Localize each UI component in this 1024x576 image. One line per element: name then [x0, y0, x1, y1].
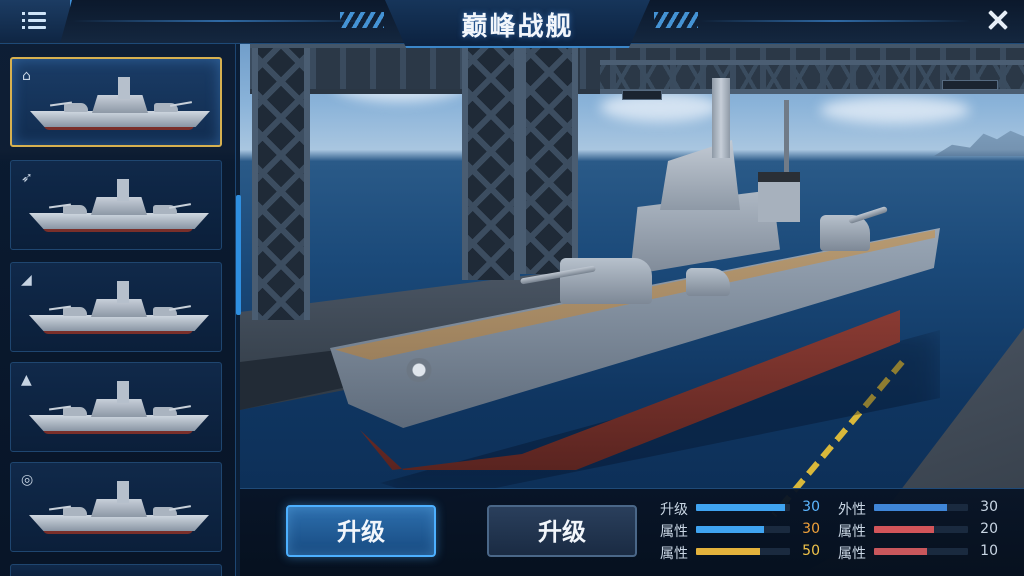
stat-bar: [696, 504, 790, 511]
gantry-sign: [942, 80, 998, 90]
stat-row: 属性 30: [660, 521, 822, 540]
stat-bar: [874, 526, 968, 533]
battleship-antenna: [784, 100, 789, 180]
top-decor-line: [72, 20, 372, 22]
title-decor-stripes-left: [340, 12, 384, 28]
stat-row: 外性 30: [838, 499, 1000, 518]
ship-card[interactable]: ⌂: [10, 57, 222, 147]
battleship-funnel: [758, 172, 800, 222]
ship-card[interactable]: ➶: [10, 160, 222, 250]
stat-value: 10: [980, 543, 998, 559]
close-icon[interactable]: [984, 6, 1012, 34]
stat-bar-fill: [696, 504, 786, 511]
stat-bar: [696, 526, 790, 533]
stat-value: 20: [980, 521, 998, 537]
menu-list-icon: [22, 12, 46, 30]
stat-bar: [874, 548, 968, 555]
anchor-icon: [404, 358, 434, 382]
stat-bar-fill: [874, 526, 935, 533]
stat-value: 30: [802, 521, 820, 537]
stat-bar: [696, 548, 790, 555]
stat-bar-fill: [874, 504, 948, 511]
main-gun-turret: [560, 258, 652, 304]
page-title: 巅峰战舰: [461, 12, 574, 42]
stat-label: 升级: [660, 502, 688, 518]
stat-label: 属性: [660, 524, 688, 540]
ship-thumbnail: [29, 477, 209, 539]
cloud: [820, 96, 970, 124]
stat-label: 外性: [838, 502, 866, 518]
rear-turret: [820, 215, 870, 251]
ship-card[interactable]: ◢: [10, 262, 222, 352]
stat-bar-fill: [874, 548, 927, 555]
scrollbar-thumb[interactable]: [236, 195, 241, 315]
secondary-turret: [686, 268, 730, 296]
distant-island: [934, 130, 1024, 156]
gantry-leg: [252, 48, 310, 320]
battleship-mast: [712, 78, 730, 158]
gantry-sign: [622, 90, 662, 100]
stat-label: 属性: [838, 546, 866, 562]
stat-row: 属性 50: [660, 543, 822, 562]
ship-card[interactable]: ▲: [10, 362, 222, 452]
gantry-leg: [520, 48, 578, 274]
stat-bar: [874, 504, 968, 511]
ship-thumbnail: [29, 377, 209, 439]
stat-label: 属性: [660, 546, 688, 562]
stat-bar-fill: [696, 548, 760, 555]
ship-thumbnail: [29, 175, 209, 237]
top-decor-line: [700, 20, 970, 22]
upgrade-button-secondary[interactable]: 升级: [487, 505, 637, 557]
ship-card[interactable]: ≈: [10, 564, 222, 576]
stat-value: 30: [802, 499, 820, 515]
ship-thumbnail: [29, 277, 209, 339]
stat-bar-fill: [696, 526, 764, 533]
gantry-leg: [462, 48, 520, 280]
stat-row: 升级 30: [660, 499, 822, 518]
stat-label: 属性: [838, 524, 866, 540]
upgrade-button-primary[interactable]: 升级: [286, 505, 436, 557]
ship-card[interactable]: ◎: [10, 462, 222, 552]
stat-row: 属性 20: [838, 521, 1000, 540]
ship-thumbnail: [30, 73, 210, 135]
title-decor-stripes-right: [654, 12, 698, 28]
stat-value: 50: [802, 543, 820, 559]
stat-row: 属性 10: [838, 543, 1000, 562]
stat-value: 30: [980, 499, 998, 515]
menu-button[interactable]: [0, 0, 72, 42]
